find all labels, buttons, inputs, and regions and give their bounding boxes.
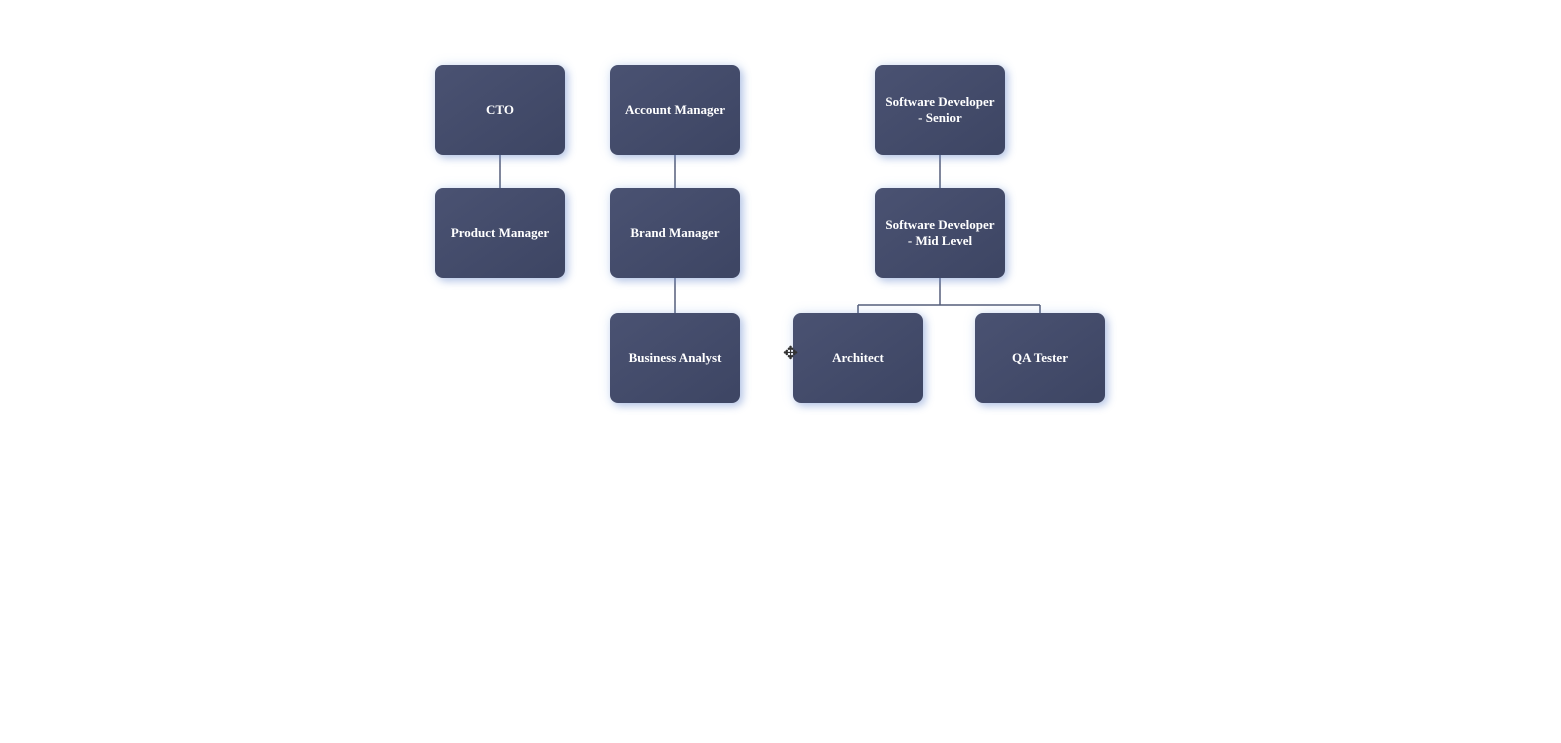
account-manager-label: Account Manager — [625, 102, 725, 118]
connectors-svg — [0, 0, 1561, 743]
architect-label: Architect — [832, 350, 884, 366]
account-manager-node[interactable]: Account Manager — [610, 65, 740, 155]
business-analyst-label: Business Analyst — [629, 350, 722, 366]
qa-tester-node[interactable]: QA Tester — [975, 313, 1105, 403]
software-dev-senior-node[interactable]: Software Developer - Senior — [875, 65, 1005, 155]
diagram-container: CTO Account Manager Software Developer -… — [0, 0, 1561, 743]
architect-node[interactable]: Architect — [793, 313, 923, 403]
product-manager-node[interactable]: Product Manager — [435, 188, 565, 278]
cto-node[interactable]: CTO — [435, 65, 565, 155]
software-dev-mid-label: Software Developer - Mid Level — [885, 217, 995, 249]
cto-label: CTO — [486, 102, 514, 118]
brand-manager-label: Brand Manager — [630, 225, 719, 241]
software-dev-senior-label: Software Developer - Senior — [885, 94, 995, 126]
business-analyst-node[interactable]: Business Analyst — [610, 313, 740, 403]
product-manager-label: Product Manager — [451, 225, 549, 241]
software-dev-mid-node[interactable]: Software Developer - Mid Level — [875, 188, 1005, 278]
brand-manager-node[interactable]: Brand Manager — [610, 188, 740, 278]
qa-tester-label: QA Tester — [1012, 350, 1068, 366]
